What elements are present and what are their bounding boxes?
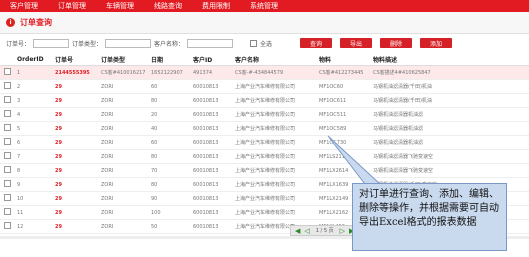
annotation-callout: 对订单进行查询、添加、编辑、删除等操作，并根据需要可自动导出Excel格式的报表…	[352, 183, 507, 251]
